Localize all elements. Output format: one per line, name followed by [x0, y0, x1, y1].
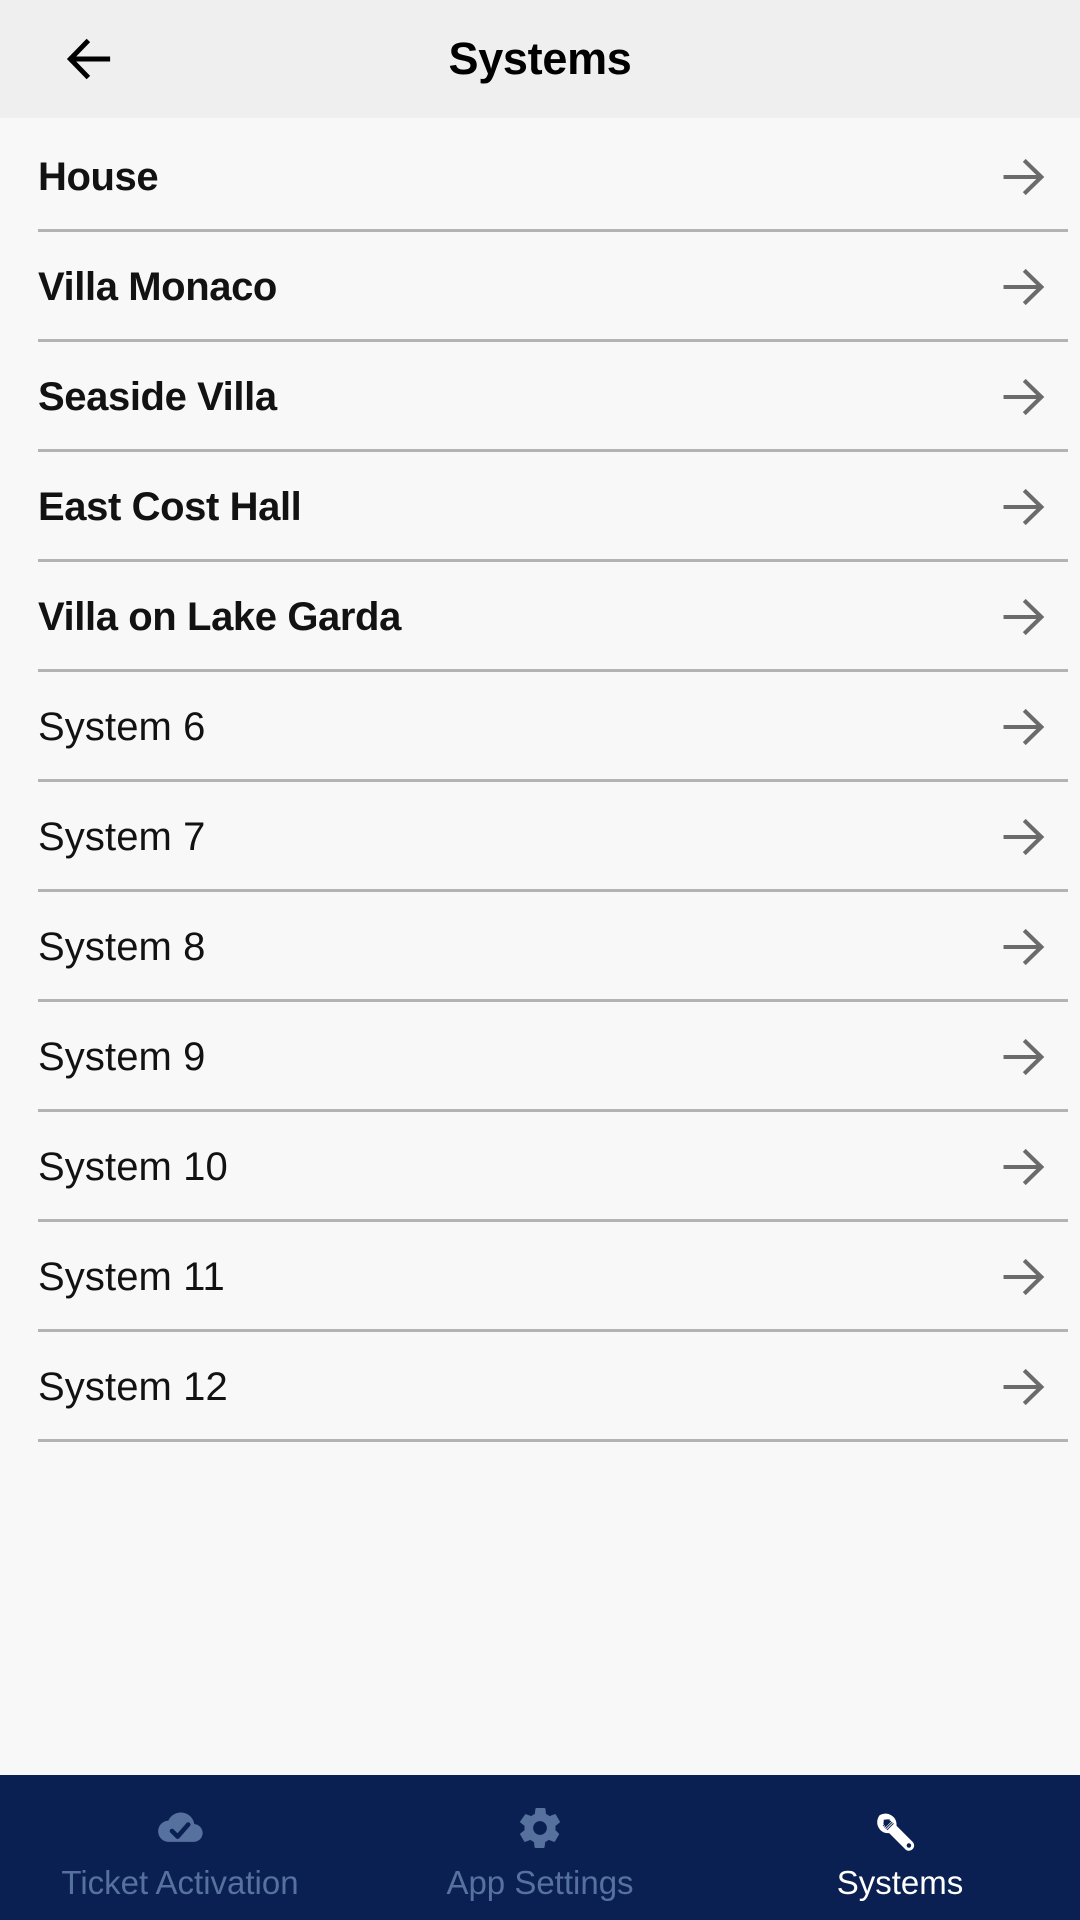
arrow-right-icon[interactable] — [994, 1357, 1054, 1417]
system-list-item[interactable]: Villa on Lake Garda — [0, 562, 1080, 672]
system-list-item[interactable]: System 11 — [0, 1222, 1080, 1332]
app-header: Systems — [0, 0, 1080, 118]
system-list-item[interactable]: Villa Monaco — [0, 232, 1080, 342]
arrow-right-icon[interactable] — [994, 697, 1054, 757]
system-list-item-label: System 8 — [38, 925, 206, 969]
tab-item-label: App Settings — [446, 1864, 634, 1901]
system-list-item[interactable]: System 12 — [0, 1332, 1080, 1442]
system-list-item[interactable]: System 8 — [0, 892, 1080, 1002]
system-list-item[interactable]: System 10 — [0, 1112, 1080, 1222]
cloud-check-icon — [154, 1802, 206, 1854]
system-list-item-label: System 6 — [38, 705, 206, 749]
tab-item-label: Systems — [836, 1864, 964, 1901]
page-title: Systems — [448, 33, 632, 84]
system-list-item-label: System 7 — [38, 815, 206, 859]
system-list-item-label: System 11 — [38, 1255, 225, 1299]
system-list-item[interactable]: Seaside Villa — [0, 342, 1080, 452]
systems-list[interactable]: House Villa Monaco Seaside Villa East Cost … — [0, 118, 1080, 1775]
system-list-item[interactable]: East Cost Hall — [0, 452, 1080, 562]
tab-item-app-settings[interactable]: App Settings — [360, 1775, 720, 1920]
system-list-item-label: System 9 — [38, 1035, 206, 1079]
system-list-item[interactable]: System 9 — [0, 1002, 1080, 1112]
system-list-item-label: Seaside Villa — [38, 375, 277, 419]
bottom-tab-bar: Ticket Activation App Settings Systems — [0, 1775, 1080, 1920]
system-list-item-label: East Cost Hall — [38, 485, 302, 529]
wrench-icon — [873, 1802, 927, 1854]
system-list-item-label: System 10 — [38, 1145, 228, 1189]
arrow-right-icon[interactable] — [994, 1027, 1054, 1087]
tab-item-systems[interactable]: Systems — [720, 1775, 1080, 1920]
system-list-item[interactable]: System 7 — [0, 782, 1080, 892]
arrow-right-icon[interactable] — [994, 367, 1054, 427]
arrow-right-icon[interactable] — [994, 587, 1054, 647]
system-list-item[interactable]: House — [0, 122, 1080, 232]
back-button[interactable] — [48, 18, 130, 100]
arrow-right-icon[interactable] — [994, 807, 1054, 867]
arrow-right-icon[interactable] — [994, 257, 1054, 317]
arrow-right-icon[interactable] — [994, 917, 1054, 977]
arrow-right-icon[interactable] — [994, 477, 1054, 537]
arrow-left-icon — [61, 31, 117, 87]
system-list-item-label: System 12 — [38, 1365, 228, 1409]
tab-item-label: Ticket Activation — [61, 1864, 299, 1901]
arrow-right-icon[interactable] — [994, 1137, 1054, 1197]
system-list-item-label: House — [38, 155, 159, 199]
arrow-right-icon[interactable] — [994, 147, 1054, 207]
list-divider — [38, 1439, 1068, 1442]
tab-item-ticket-activation[interactable]: Ticket Activation — [0, 1775, 360, 1920]
system-list-item-label: Villa Monaco — [38, 265, 277, 309]
arrow-right-icon[interactable] — [994, 1247, 1054, 1307]
system-list-item[interactable]: System 6 — [0, 672, 1080, 782]
gear-icon — [515, 1802, 565, 1854]
system-list-item-label: Villa on Lake Garda — [38, 595, 401, 639]
